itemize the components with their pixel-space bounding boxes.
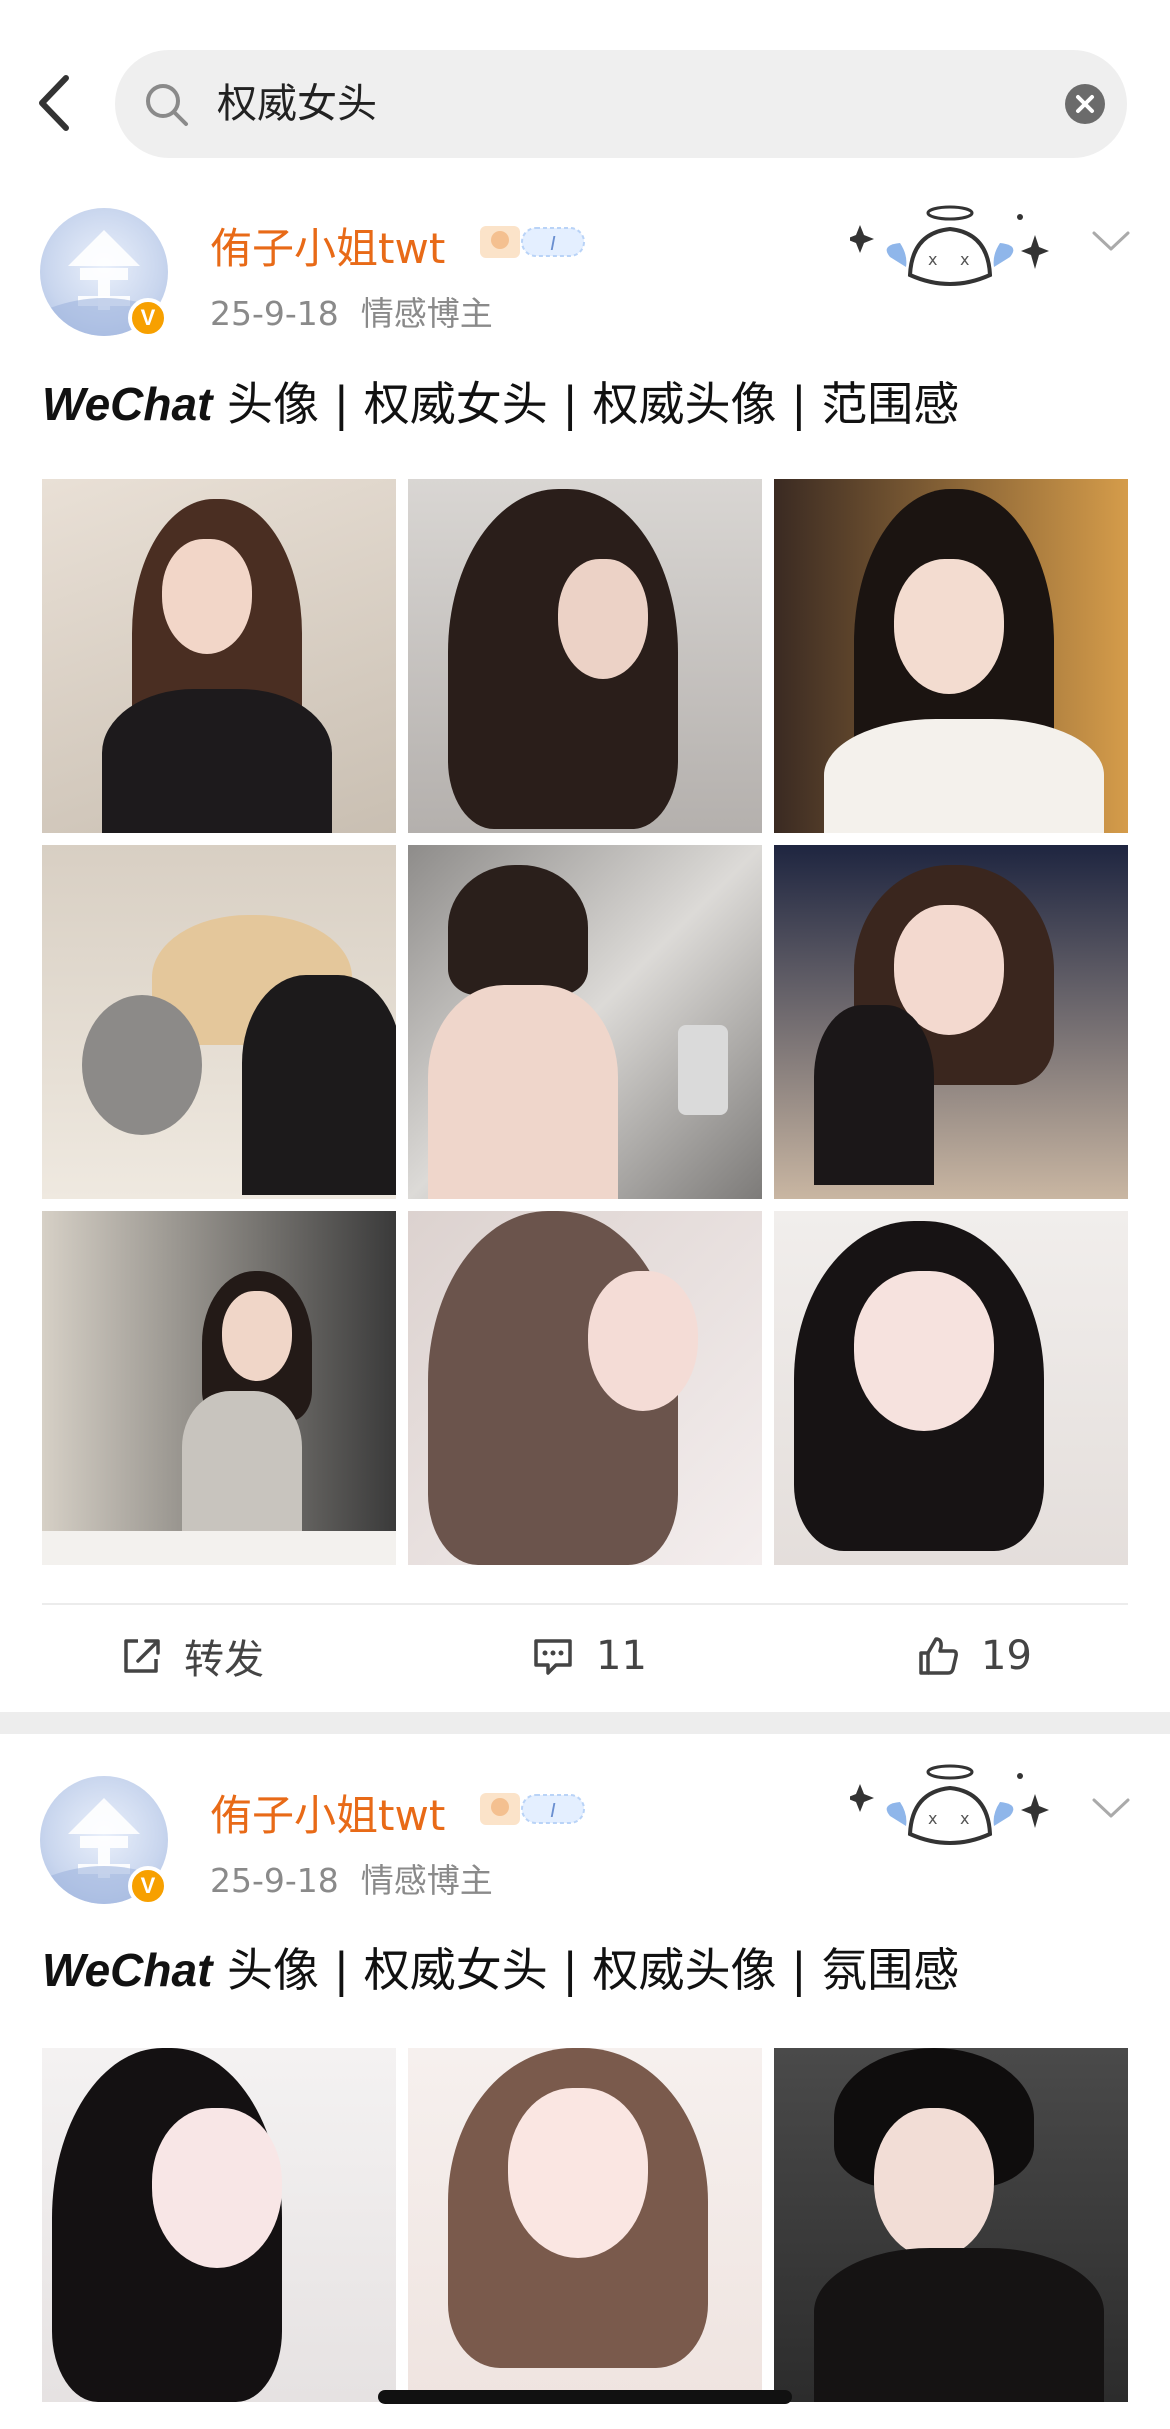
post-text-brand: WeChat xyxy=(42,1944,213,1996)
photo[interactable] xyxy=(42,479,396,833)
photo[interactable] xyxy=(408,2048,762,2402)
username[interactable]: 侑子小姐twt xyxy=(210,215,445,276)
photo[interactable] xyxy=(42,1211,396,1565)
like-count: 19 xyxy=(981,1633,1032,1679)
svg-text:x: x xyxy=(960,1809,969,1828)
post-category: 情感博主 xyxy=(360,1861,493,1900)
search-icon xyxy=(146,84,188,126)
photo[interactable] xyxy=(774,845,1128,1199)
comment-count: 11 xyxy=(596,1633,647,1679)
chevron-down-icon[interactable] xyxy=(1090,1792,1132,1822)
chevron-down-icon[interactable] xyxy=(1090,225,1132,255)
svg-text:x: x xyxy=(928,250,937,269)
thumbs-up-icon xyxy=(919,1637,958,1675)
chevron-left-icon xyxy=(39,75,69,131)
post-card[interactable]: V 侑子小姐twt I 25-9-18 情感博主 x x WeChat 头像 | … xyxy=(0,175,1170,1712)
comment-icon xyxy=(534,1639,572,1675)
photo[interactable] xyxy=(408,1211,762,1565)
angel-decoration-icon: x x xyxy=(850,1764,1049,1845)
svg-text:x: x xyxy=(960,250,969,269)
post-category: 情感博主 xyxy=(360,294,493,333)
post-date: 25-9-18 xyxy=(210,294,339,333)
photo-grid xyxy=(42,2048,1128,2402)
member-tag-icon: I xyxy=(480,226,585,258)
verified-badge: V xyxy=(128,1866,168,1906)
repost-button[interactable]: 转发 xyxy=(118,1606,264,1706)
post-actions: 转发 11 19 xyxy=(0,1606,1170,1706)
back-button[interactable] xyxy=(30,68,80,138)
username[interactable]: 侑子小姐twt xyxy=(210,1782,445,1843)
photo[interactable] xyxy=(774,2048,1128,2402)
photo[interactable] xyxy=(408,479,762,833)
post-text-body: 头像 | 权威女头 | 权威头像 | 范围感 xyxy=(212,377,960,431)
search-input[interactable]: 权威女头 xyxy=(115,50,1127,158)
post-text-body: 头像 | 权威女头 | 权威头像 | 氛围感 xyxy=(212,1943,960,1997)
post-text-brand: WeChat xyxy=(42,378,213,430)
angel-decoration-icon: x x xyxy=(850,205,1049,286)
svg-text:I: I xyxy=(550,233,556,255)
repost-label: 转发 xyxy=(184,1637,264,1683)
svg-text:x: x xyxy=(928,1809,937,1828)
photo[interactable] xyxy=(774,479,1128,833)
photo-grid xyxy=(42,479,1128,1565)
search-query: 权威女头 xyxy=(217,81,377,127)
close-icon xyxy=(1076,95,1094,113)
post-card[interactable]: V 侑子小姐twt I 25-9-18 情感博主 x x WeChat 头像 | … xyxy=(0,1734,1170,2429)
search-header: 权威女头 xyxy=(0,0,1170,175)
photo[interactable] xyxy=(42,845,396,1199)
comment-button[interactable]: 11 xyxy=(530,1606,647,1706)
home-indicator[interactable] xyxy=(378,2390,792,2404)
member-tag-icon: I xyxy=(480,1793,585,1825)
photo[interactable] xyxy=(42,2048,396,2402)
post-separator xyxy=(0,1712,1170,1734)
post-meta: 25-9-18 情感博主 xyxy=(210,287,493,335)
photo[interactable] xyxy=(408,845,762,1199)
post-date: 25-9-18 xyxy=(210,1861,339,1900)
post-text: WeChat 头像 | 权威女头 | 权威头像 | 氛围感 xyxy=(42,1934,959,2000)
post-text: WeChat 头像 | 权威女头 | 权威头像 | 范围感 xyxy=(42,368,959,434)
divider xyxy=(42,1603,1128,1605)
verified-badge: V xyxy=(128,298,168,338)
svg-text:I: I xyxy=(550,1800,556,1822)
clear-search-button[interactable] xyxy=(1065,84,1105,124)
share-icon xyxy=(124,1639,160,1673)
photo[interactable] xyxy=(774,1211,1128,1565)
post-meta: 25-9-18 情感博主 xyxy=(210,1854,493,1902)
like-button[interactable]: 19 xyxy=(915,1606,1032,1706)
